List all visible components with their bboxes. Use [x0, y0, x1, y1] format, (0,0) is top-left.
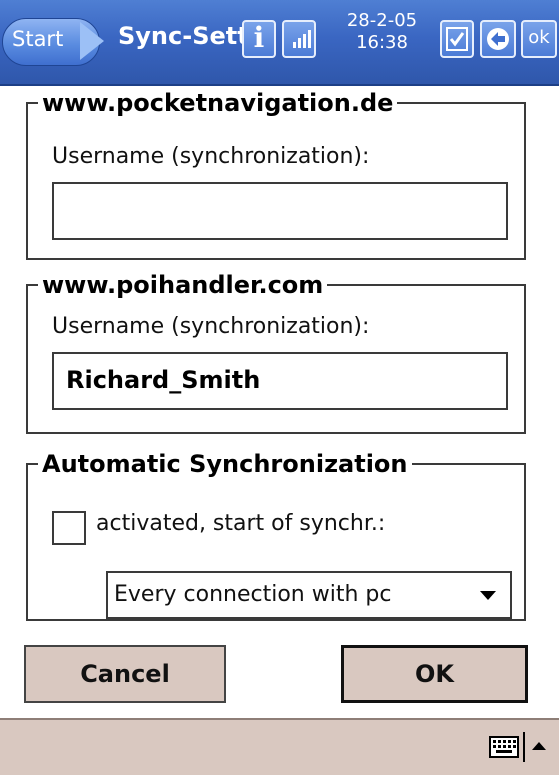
chevron-down-icon[interactable]	[480, 591, 496, 600]
poihandler-username-label: Username (synchronization):	[52, 314, 370, 339]
group-title-pocketnavigation: www.pocketnavigation.de	[38, 88, 398, 118]
up-arrow-icon[interactable]	[532, 742, 546, 750]
checklist-icon[interactable]	[440, 20, 474, 58]
signal-icon[interactable]	[282, 20, 316, 58]
poihandler-username-input[interactable]: Richard_Smith	[52, 352, 508, 410]
sync-interval-value: Every connection with pc	[114, 582, 392, 607]
sync-interval-select[interactable]: Every connection with pc	[106, 571, 512, 619]
group-title-automatic-synchronization: Automatic Synchronization	[38, 449, 412, 479]
ok-button[interactable]: OK	[341, 645, 528, 703]
back-icon[interactable]	[480, 20, 516, 58]
auto-sync-checkbox[interactable]	[52, 511, 86, 545]
start-arrow-icon	[80, 22, 104, 60]
group-pocketnavigation: www.pocketnavigation.de Username (synchr…	[26, 88, 526, 260]
pocketnavigation-username-input[interactable]	[52, 182, 508, 240]
title-bar: Start Sync-Sett i 28-2-05 16:38 ok	[0, 0, 559, 86]
group-automatic-synchronization: Automatic Synchronization activated, sta…	[26, 449, 526, 621]
clock[interactable]: 28-2-05 16:38	[332, 10, 432, 54]
info-icon[interactable]: i	[242, 20, 276, 58]
clock-time: 16:38	[356, 32, 408, 53]
app-title: Sync-Sett	[118, 22, 249, 50]
start-button[interactable]: Start	[2, 18, 108, 66]
group-poihandler: www.poihandler.com Username (synchroniza…	[26, 270, 526, 434]
bottom-bar	[0, 718, 559, 775]
poihandler-username-value: Richard_Smith	[66, 366, 261, 394]
divider	[523, 732, 525, 762]
cancel-button[interactable]: Cancel	[24, 645, 226, 703]
pocketnavigation-username-label: Username (synchronization):	[52, 144, 370, 169]
group-title-poihandler: www.poihandler.com	[38, 270, 328, 300]
keyboard-icon[interactable]	[489, 736, 519, 758]
start-label: Start	[12, 27, 64, 51]
clock-date: 28-2-05	[346, 10, 418, 31]
ok-title-button[interactable]: ok	[521, 20, 557, 58]
auto-sync-checkbox-label[interactable]: activated, start of synchr.:	[96, 511, 385, 536]
